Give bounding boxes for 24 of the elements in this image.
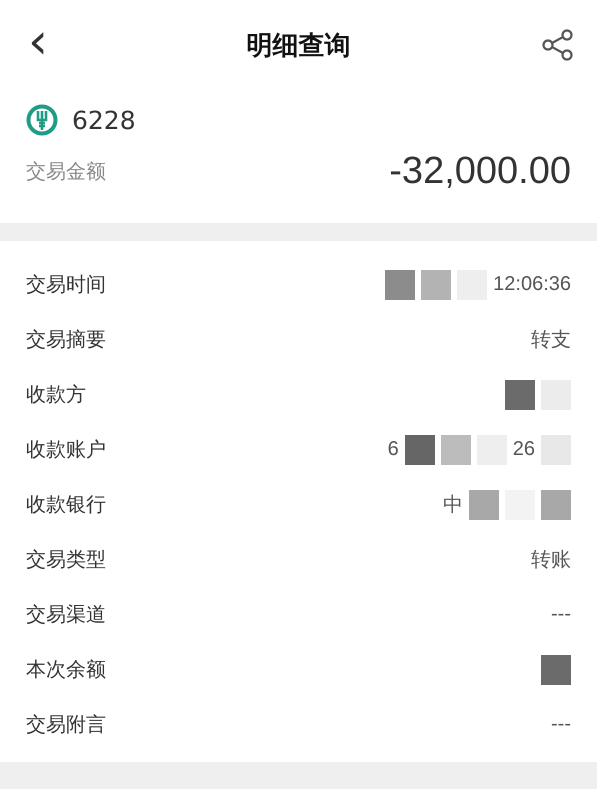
field-value: 中 [443,493,463,518]
field-label: 交易渠道 [26,601,106,628]
field-value: --- [551,603,571,626]
field-value: 转支 [531,328,571,353]
back-button[interactable]: ‹ [20,16,56,74]
field-label: 收款账户 [26,436,106,463]
field-label: 收款银行 [26,491,106,518]
field-label: 交易类型 [26,546,106,573]
field-value: 12:06:36 [493,273,571,296]
amount-value: -32,000.00 [389,150,571,193]
account-number: 6228 [72,106,136,134]
bank-logo-icon [26,104,58,136]
field-value: --- [551,713,571,736]
field-label: 交易附言 [26,711,106,738]
field-value: 转账 [531,548,571,573]
field-label: 交易时间 [26,271,106,298]
amount-label: 交易金额 [26,158,106,185]
share-icon[interactable] [541,28,575,62]
field-label: 收款方 [26,381,86,408]
field-label: 本次余额 [26,656,106,683]
field-value: 6 [388,438,399,461]
field-label: 交易摘要 [26,326,106,353]
page-title: 明细查询 [246,30,350,62]
field-value: 26 [512,438,535,461]
